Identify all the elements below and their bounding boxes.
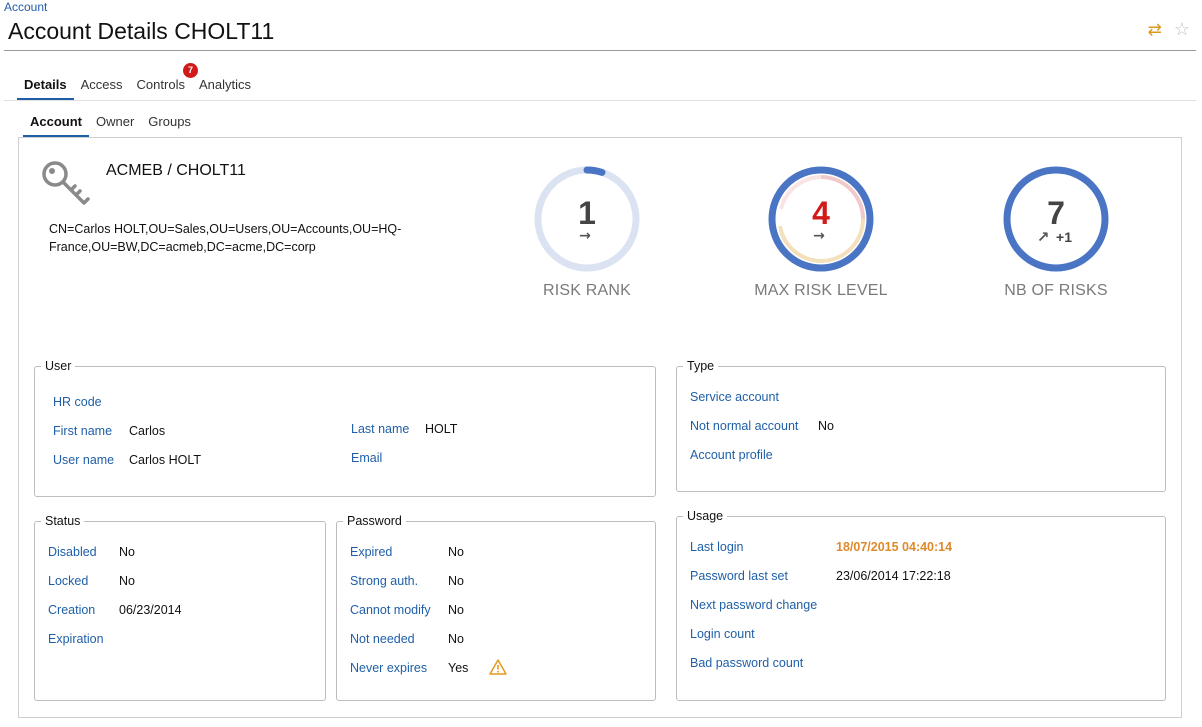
not-needed-label: Not needed [350,632,415,646]
not-needed-value: No [448,632,464,646]
nb-of-risks-gauge: 7 ↗ +1 NB OF RISKS [986,164,1126,300]
cannot-modify-value: No [448,603,464,617]
warning-icon [489,659,507,675]
breadcrumb[interactable]: Account [4,0,47,14]
star-icon[interactable]: ☆ [1174,20,1190,38]
nb-of-risks-label: NB OF RISKS [1004,282,1108,299]
tab-access[interactable]: Access [74,76,130,101]
last-login-label: Last login [690,540,744,554]
user-section: User [34,359,656,497]
max-risk-level-label: MAX RISK LEVEL [754,282,888,299]
strong-auth-value: No [448,574,464,588]
trend-flat-icon: → [813,228,825,244]
risk-rank-label: RISK RANK [542,282,632,299]
first-name-label: First name [53,424,113,438]
expired-label: Expired [350,545,393,559]
title-divider [4,50,1196,51]
tab-controls[interactable]: Controls 7 [130,63,198,101]
expired-value: No [448,545,464,559]
max-risk-level-ring: 4 → [768,166,874,272]
subtab-label: Groups [148,114,191,129]
subtab-owner[interactable]: Owner [89,113,141,138]
next-password-change-label: Next password change [690,598,818,612]
user-legend: User [45,359,72,373]
tab-label: Access [80,77,123,92]
first-name-value: Carlos [129,424,166,438]
creation-label: Creation [48,603,96,617]
max-risk-level-gauge: 4 → MAX RISK LEVEL [751,164,891,300]
max-risk-level-value: 4 [812,195,830,231]
disabled-label: Disabled [48,545,97,559]
password-last-set-label: Password last set [690,569,788,583]
last-name-value: HOLT [425,422,458,436]
never-expires-label: Never expires [350,661,428,675]
tab-label: Analytics [198,77,251,92]
sub-tabs: Account Owner Groups [23,113,198,138]
locked-label: Locked [48,574,89,588]
bad-password-count-label: Bad password count [690,656,804,670]
nb-of-risks-delta: +1 [1056,229,1072,245]
trend-flat-icon: → [579,228,591,244]
subtab-groups[interactable]: Groups [141,113,198,138]
subtab-label: Account [30,114,82,129]
distinguished-name: CN=Carlos HOLT,OU=Sales,OU=Users,OU=Acco… [49,222,402,254]
not-normal-account-value: No [818,419,834,433]
subtab-label: Owner [96,114,135,129]
key-icon [42,161,90,205]
sync-icon[interactable]: ⇄ [1148,21,1162,38]
expiration-label: Expiration [48,632,104,646]
risk-rank-ring: 1 → [534,166,640,272]
locked-value: No [119,574,135,588]
tab-label: Controls [136,77,185,92]
cannot-modify-label: Cannot modify [350,603,431,617]
header-actions: ⇄ ☆ [1148,20,1190,38]
account-profile-label: Account profile [690,448,773,462]
not-normal-account-label: Not normal account [690,419,799,433]
tab-details[interactable]: Details [17,76,74,101]
account-name: ACMEB / CHOLT11 [106,162,246,179]
tab-analytics[interactable]: Analytics [192,76,258,101]
never-expires-value: Yes [448,661,469,675]
last-login-value: 18/07/2015 04:40:14 [836,540,953,554]
tabs-divider [4,100,1196,101]
password-legend: Password [347,514,402,528]
disabled-value: No [119,545,135,559]
usage-legend: Usage [687,509,724,523]
creation-value: 06/23/2014 [119,603,182,617]
trend-up-icon: ↗ [1037,228,1050,246]
nb-of-risks-value: 7 [1047,195,1065,231]
status-legend: Status [45,514,81,528]
password-last-set-value: 23/06/2014 17:22:18 [836,569,951,583]
main-tabs: Details Access Controls 7 Analytics [17,63,258,101]
last-name-label: Last name [351,422,410,436]
risk-rank-gauge: 1 → RISK RANK [517,164,657,300]
type-legend: Type [687,359,715,373]
hr-code-label: HR code [53,395,102,409]
tab-label: Details [24,77,67,92]
user-name-label: User name [53,453,115,467]
nb-of-risks-ring: 7 ↗ +1 [1003,166,1109,272]
strong-auth-label: Strong auth. [350,574,419,588]
email-label: Email [351,451,383,465]
user-name-value: Carlos HOLT [129,453,202,467]
service-account-label: Service account [690,390,779,404]
login-count-label: Login count [690,627,755,641]
page-title: Account Details CHOLT11 [8,18,275,44]
subtab-account[interactable]: Account [23,113,89,138]
risk-rank-value: 1 [578,195,596,231]
